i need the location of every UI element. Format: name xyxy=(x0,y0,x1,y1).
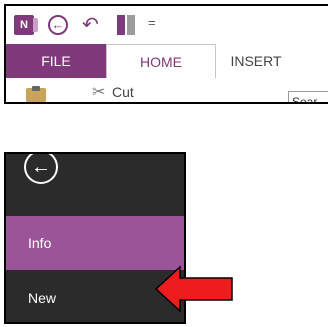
red-pointer-arrow-icon xyxy=(154,265,233,313)
cut-label[interactable]: Cut xyxy=(112,84,134,100)
ribbon-body: ✂ Cut Sear xyxy=(6,78,328,102)
dock-to-desktop-icon[interactable] xyxy=(117,15,135,35)
ribbon-tabs: FILE HOME INSERT xyxy=(6,44,328,79)
cut-icon[interactable]: ✂ xyxy=(92,82,105,102)
ribbon-panel: N ← ↶ = FILE HOME INSERT ✂ Cut Sear xyxy=(4,4,328,104)
app-icon-letter: N xyxy=(20,19,28,31)
paste-icon[interactable] xyxy=(26,86,48,102)
search-input[interactable]: Sear xyxy=(288,91,328,102)
tab-file[interactable]: FILE xyxy=(6,44,106,78)
undo-icon[interactable]: ↶ xyxy=(82,15,99,35)
back-arrow-circle-icon[interactable]: ← xyxy=(24,154,58,184)
customize-quick-access-icon[interactable]: = xyxy=(148,15,156,30)
onenote-logo-icon: N xyxy=(14,15,38,35)
tab-home[interactable]: HOME xyxy=(106,44,216,79)
quick-access-toolbar: N ← ↶ = xyxy=(6,6,328,44)
tab-insert[interactable]: INSERT xyxy=(216,44,296,78)
back-arrow-circle-icon[interactable]: ← xyxy=(48,15,68,35)
menu-item-info[interactable]: Info xyxy=(6,216,184,270)
